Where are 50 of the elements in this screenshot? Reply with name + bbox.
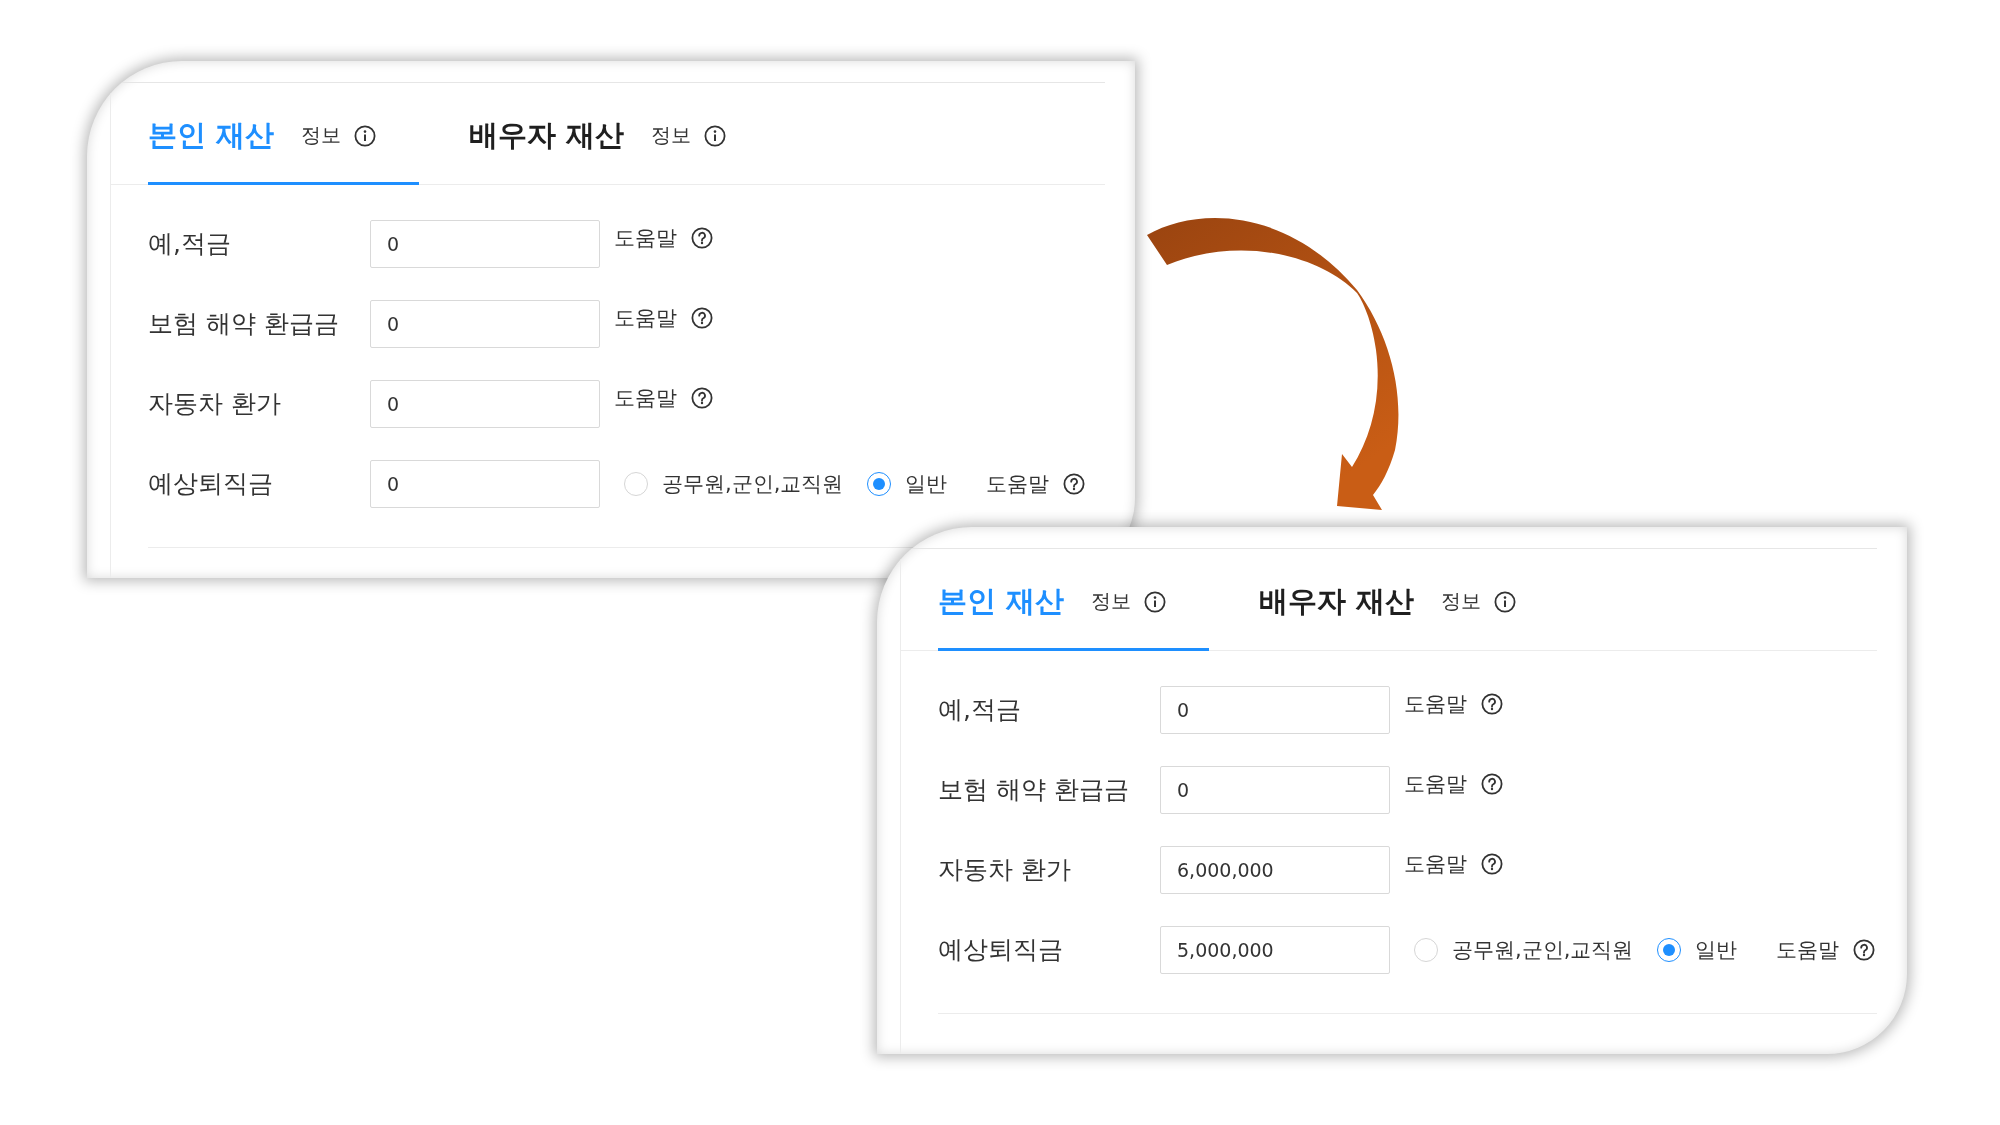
input-field[interactable]: 0	[1160, 686, 1390, 734]
help-icon	[1481, 853, 1503, 875]
field-label: 예,적금	[148, 228, 232, 260]
help-link[interactable]: 도움말	[1404, 850, 1503, 878]
field-label: 자동차 환가	[938, 854, 1072, 886]
radio-button[interactable]	[867, 472, 892, 496]
help-link[interactable]: 도움말	[1404, 770, 1503, 798]
field-label: 보험 해약 환급금	[148, 308, 340, 340]
input-field[interactable]: 5,000,000	[1160, 926, 1390, 974]
help-icon	[1481, 773, 1503, 795]
radio-option[interactable]: 일반	[867, 470, 948, 498]
input-field[interactable]: 0	[370, 380, 600, 428]
info-icon	[704, 124, 727, 147]
help-link[interactable]: 도움말	[614, 384, 713, 412]
help-icon	[1063, 473, 1086, 495]
radio-option[interactable]: 공무원,군인,교직원	[624, 470, 844, 498]
help-link[interactable]: 도움말	[614, 224, 713, 252]
input-field[interactable]: 6,000,000	[1160, 846, 1390, 894]
help-icon	[691, 387, 713, 409]
help-icon	[691, 307, 713, 329]
help-icon	[1853, 939, 1876, 961]
info-icon	[1494, 590, 1517, 613]
help-icon	[1481, 693, 1503, 715]
info-link[interactable]: 정보	[301, 122, 377, 149]
field-label: 보험 해약 환급금	[938, 774, 1130, 806]
tab[interactable]: 배우자 재산 정보	[1259, 549, 1560, 651]
info-icon	[1144, 590, 1167, 613]
input-field[interactable]: 0	[370, 300, 600, 348]
radio-option[interactable]: 공무원,군인,교직원	[1414, 936, 1634, 964]
help-link[interactable]: 도움말	[1776, 936, 1876, 964]
tab[interactable]: 본인 재산 정보	[938, 549, 1210, 651]
info-link[interactable]: 정보	[651, 122, 727, 149]
help-link[interactable]: 도움말	[614, 304, 713, 332]
field-label: 예,적금	[938, 694, 1022, 726]
input-field[interactable]: 0	[370, 220, 600, 268]
field-label: 예상퇴직금	[148, 468, 274, 500]
field-label: 예상퇴직금	[938, 934, 1064, 966]
field-label: 자동차 환가	[148, 388, 282, 420]
input-field[interactable]: 0	[1160, 766, 1390, 814]
radio-button[interactable]	[1657, 938, 1682, 962]
radio-option[interactable]: 일반	[1657, 936, 1738, 964]
help-icon	[691, 227, 713, 249]
input-field[interactable]: 0	[370, 460, 600, 508]
info-link[interactable]: 정보	[1091, 588, 1167, 615]
info-link[interactable]: 정보	[1441, 588, 1517, 615]
help-link[interactable]: 도움말	[986, 470, 1086, 498]
help-link[interactable]: 도움말	[1404, 690, 1503, 718]
tab[interactable]: 본인 재산 정보	[148, 83, 420, 185]
tab[interactable]: 배우자 재산 정보	[469, 83, 770, 185]
info-icon	[354, 124, 377, 147]
